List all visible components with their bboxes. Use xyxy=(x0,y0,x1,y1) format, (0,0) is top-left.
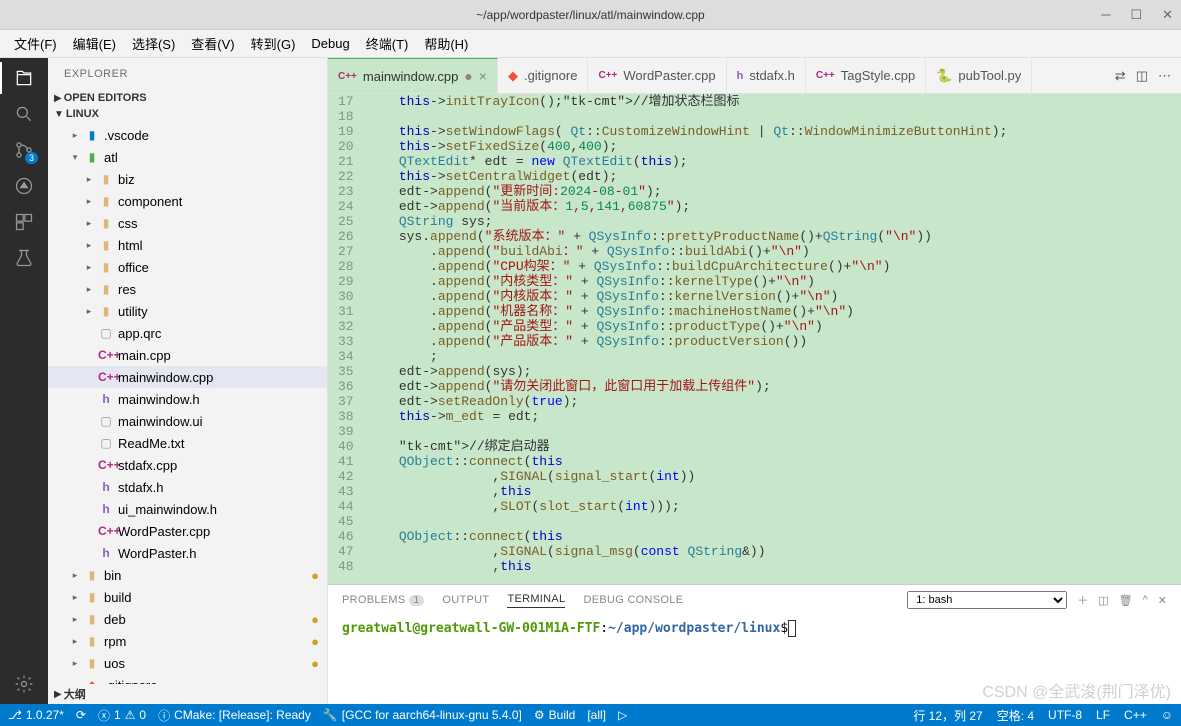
status-spaces[interactable]: 空格: 4 xyxy=(997,707,1034,724)
menu-item[interactable]: 查看(V) xyxy=(185,32,240,55)
editor-tab[interactable]: 🐍pubTool.py xyxy=(926,58,1032,93)
folder-item[interactable]: ▸▮css xyxy=(48,212,327,234)
status-eol[interactable]: LF xyxy=(1096,707,1110,724)
statusbar: ⎇ 1.0.27* ⟳ ⓧ 1 ⚠ 0 ⓘ CMake: [Release]: … xyxy=(0,704,1181,726)
file-item[interactable]: ◆.gitignore xyxy=(48,674,327,684)
close-panel-icon[interactable]: ✕ xyxy=(1158,594,1167,607)
terminal-select[interactable]: 1: bash xyxy=(907,591,1067,609)
editor-tab[interactable]: C++WordPaster.cpp xyxy=(588,58,726,93)
file-item[interactable]: hWordPaster.h xyxy=(48,542,327,564)
code-content[interactable]: this->initTrayIcon();"tk-cmt">//增加状态栏图标 … xyxy=(368,94,1181,584)
terminal[interactable]: greatwall@greatwall-GW-001M1A-FTF:~/app/… xyxy=(328,615,1181,704)
editor-tab[interactable]: C++mainwindow.cpp●× xyxy=(328,58,498,93)
scm-icon[interactable]: 3 xyxy=(12,138,36,162)
editor-tab[interactable]: C++TagStyle.cpp xyxy=(806,58,926,93)
folder-item[interactable]: ▸▮html xyxy=(48,234,327,256)
tab-problems[interactable]: PROBLEMS1 xyxy=(342,594,424,606)
folder-item[interactable]: ▸▮bin● xyxy=(48,564,327,586)
maximize-panel-icon[interactable]: ^ xyxy=(1143,594,1148,606)
editor-tab[interactable]: hstdafx.h xyxy=(727,58,806,93)
cursor xyxy=(788,620,796,637)
section-linux[interactable]: ▼LINUX xyxy=(48,106,327,122)
folder-item[interactable]: ▸▮res xyxy=(48,278,327,300)
folder-item[interactable]: ▸▮deb● xyxy=(48,608,327,630)
editor-area: C++mainwindow.cpp●×◆.gitignoreC++WordPas… xyxy=(328,58,1181,704)
editor[interactable]: 1718192021222324252627282930313233343536… xyxy=(328,94,1181,584)
tab-debug-console[interactable]: DEBUG CONSOLE xyxy=(583,594,683,606)
folder-item[interactable]: ▾▮atl xyxy=(48,146,327,168)
menu-item[interactable]: 编辑(E) xyxy=(67,32,122,55)
activitybar: 3 xyxy=(0,58,48,704)
status-cursor[interactable]: 行 12，列 27 xyxy=(913,707,982,724)
file-tree: ▸▮.vscode▾▮atl▸▮biz▸▮component▸▮css▸▮htm… xyxy=(48,122,327,684)
status-cmake[interactable]: ⓘ CMake: [Release]: Ready xyxy=(158,707,311,724)
status-feedback[interactable]: ☺ xyxy=(1161,707,1173,724)
editor-tabs: C++mainwindow.cpp●×◆.gitignoreC++WordPas… xyxy=(328,58,1181,94)
compare-icon[interactable]: ⇄ xyxy=(1115,68,1126,84)
line-gutter: 1718192021222324252627282930313233343536… xyxy=(328,94,368,584)
folder-item[interactable]: ▸▮utility xyxy=(48,300,327,322)
test-icon[interactable] xyxy=(12,246,36,270)
panel-tabs: PROBLEMS1 OUTPUT TERMINAL DEBUG CONSOLE … xyxy=(328,585,1181,615)
section-open-editors[interactable]: ▶OPEN EDITORS xyxy=(48,90,327,106)
status-build[interactable]: ⚙ Build xyxy=(534,708,575,722)
status-kit[interactable]: 🔧 [GCC for aarch64-linux-gnu 5.4.0] xyxy=(323,708,522,722)
status-encoding[interactable]: UTF-8 xyxy=(1048,707,1082,724)
menu-item[interactable]: 帮助(H) xyxy=(418,32,474,55)
folder-item[interactable]: ▸▮.vscode xyxy=(48,124,327,146)
folder-item[interactable]: ▸▮uos● xyxy=(48,652,327,674)
status-errors[interactable]: ⓧ 1 ⚠ 0 xyxy=(98,707,146,724)
scm-badge: 3 xyxy=(25,152,38,164)
status-debug-launch[interactable]: ▷ xyxy=(618,708,627,722)
titlebar: ~/app/wordpaster/linux/atl/mainwindow.cp… xyxy=(0,0,1181,30)
tab-output[interactable]: OUTPUT xyxy=(442,594,489,606)
settings-icon[interactable] xyxy=(12,672,36,696)
section-outline[interactable]: ▶大纲 xyxy=(48,684,327,704)
new-terminal-icon[interactable]: ＋ xyxy=(1077,592,1088,608)
file-item[interactable]: ▢app.qrc xyxy=(48,322,327,344)
sidebar-title: EXPLORER xyxy=(48,58,327,90)
search-icon[interactable] xyxy=(12,102,36,126)
debug-icon[interactable] xyxy=(12,174,36,198)
file-item[interactable]: C++main.cpp xyxy=(48,344,327,366)
bottom-panel: PROBLEMS1 OUTPUT TERMINAL DEBUG CONSOLE … xyxy=(328,584,1181,704)
file-item[interactable]: C++mainwindow.cpp xyxy=(48,366,327,388)
menu-item[interactable]: 选择(S) xyxy=(126,32,181,55)
menu-item[interactable]: 终端(T) xyxy=(360,32,415,55)
folder-item[interactable]: ▸▮biz xyxy=(48,168,327,190)
menu-item[interactable]: Debug xyxy=(305,34,355,53)
explorer-icon[interactable] xyxy=(12,66,36,90)
status-sync[interactable]: ⟳ xyxy=(76,708,86,722)
menu-item[interactable]: 文件(F) xyxy=(8,32,63,55)
maximize-icon[interactable]: ☐ xyxy=(1130,7,1142,23)
file-item[interactable]: hui_mainwindow.h xyxy=(48,498,327,520)
file-item[interactable]: C++WordPaster.cpp xyxy=(48,520,327,542)
file-item[interactable]: ▢mainwindow.ui xyxy=(48,410,327,432)
more-icon[interactable]: ⋯ xyxy=(1158,68,1171,84)
split-terminal-icon[interactable]: ◫ xyxy=(1098,594,1108,607)
close-icon[interactable]: ✕ xyxy=(1162,7,1173,23)
folder-item[interactable]: ▸▮office xyxy=(48,256,327,278)
file-item[interactable]: hstdafx.h xyxy=(48,476,327,498)
tab-terminal[interactable]: TERMINAL xyxy=(507,593,565,608)
editor-tab[interactable]: ◆.gitignore xyxy=(498,58,588,93)
extensions-icon[interactable] xyxy=(12,210,36,234)
split-editor-icon[interactable]: ◫ xyxy=(1136,68,1148,84)
folder-item[interactable]: ▸▮component xyxy=(48,190,327,212)
window-controls: ─ ☐ ✕ xyxy=(1101,7,1173,23)
status-branch[interactable]: ⎇ 1.0.27* xyxy=(8,708,64,722)
status-target[interactable]: [all] xyxy=(587,708,606,722)
status-lang[interactable]: C++ xyxy=(1124,707,1147,724)
kill-terminal-icon[interactable]: 🗑 xyxy=(1119,594,1133,607)
minimize-icon[interactable]: ─ xyxy=(1101,7,1110,23)
menu-item[interactable]: 转到(G) xyxy=(245,32,302,55)
window-title: ~/app/wordpaster/linux/atl/mainwindow.cp… xyxy=(476,8,704,22)
folder-item[interactable]: ▸▮rpm● xyxy=(48,630,327,652)
menubar: 文件(F)编辑(E)选择(S)查看(V)转到(G)Debug 终端(T)帮助(H) xyxy=(0,30,1181,58)
sidebar: EXPLORER ▶OPEN EDITORS ▼LINUX ▸▮.vscode▾… xyxy=(48,58,328,704)
file-item[interactable]: C++stdafx.cpp xyxy=(48,454,327,476)
folder-item[interactable]: ▸▮build xyxy=(48,586,327,608)
file-item[interactable]: ▢ReadMe.txt xyxy=(48,432,327,454)
file-item[interactable]: hmainwindow.h xyxy=(48,388,327,410)
